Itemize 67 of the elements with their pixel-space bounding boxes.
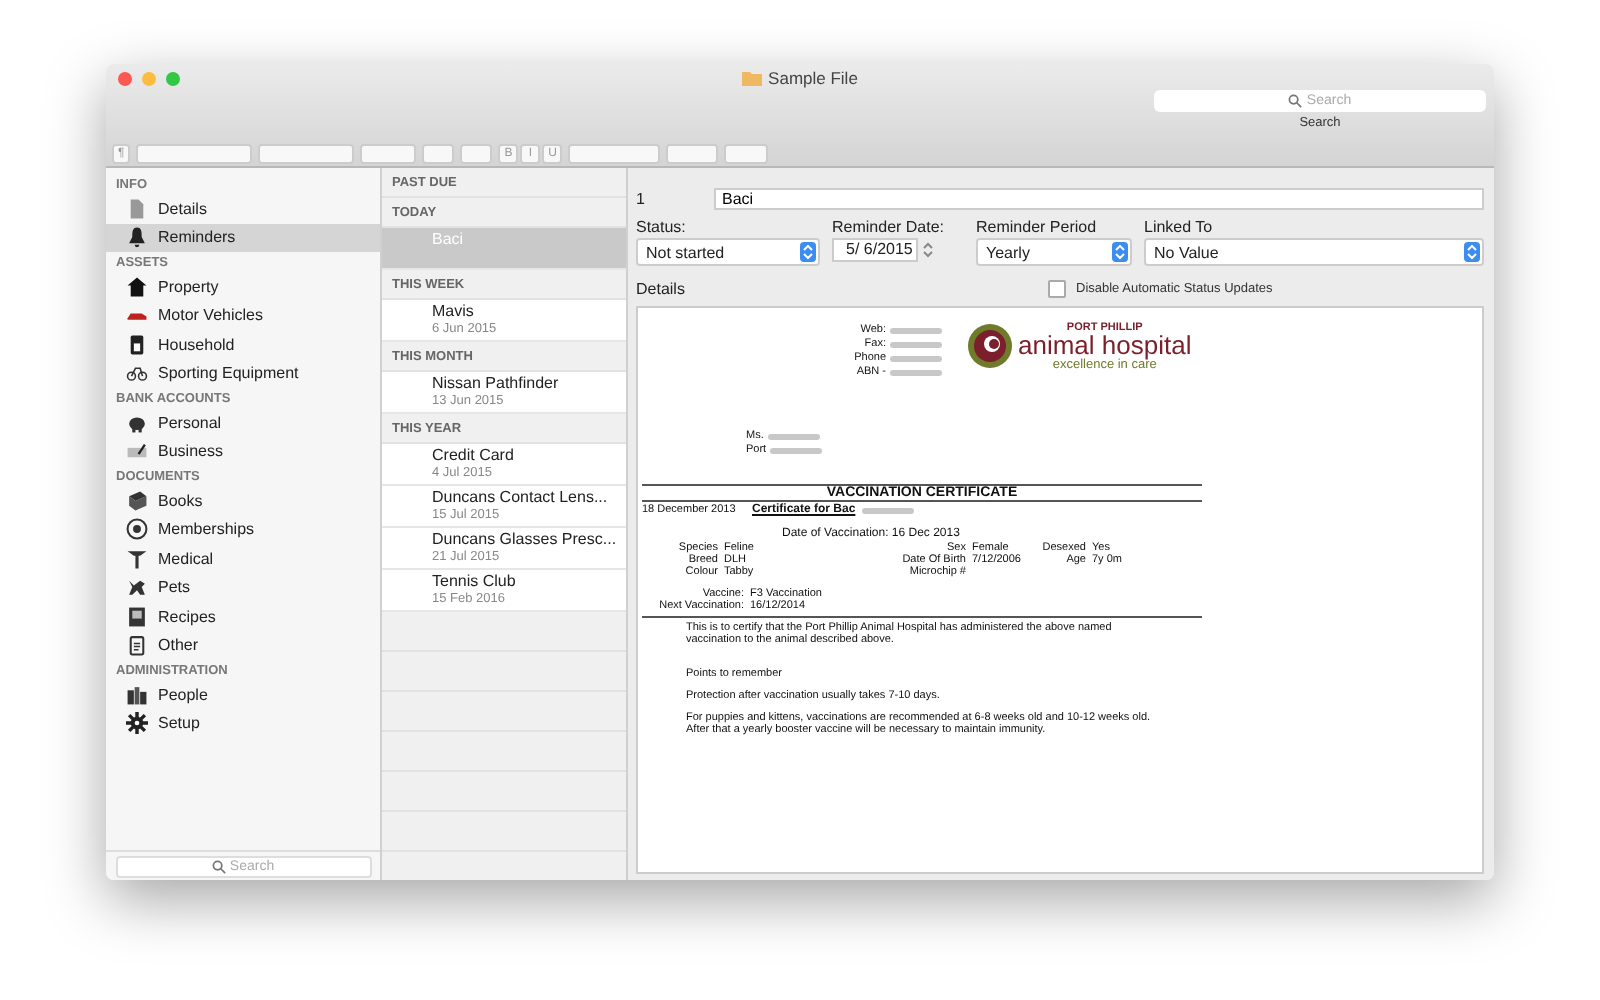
people-icon [126,683,148,706]
stepper-icon [800,242,816,262]
sidebar-item[interactable]: Setup [106,709,380,738]
cheque-icon [126,440,148,463]
sidebar-item[interactable]: Other [106,631,380,660]
font-size-popup[interactable] [360,144,417,164]
text-color-well[interactable] [422,144,455,164]
background-color-well[interactable] [460,144,493,164]
sidebar-item[interactable]: Recipes [106,602,380,631]
field-label: Status: [636,218,688,236]
sidebar-item[interactable]: Details [106,194,380,223]
field-label: Reminder Period [976,218,1099,236]
sidebar-item[interactable]: Personal [106,408,380,437]
sidebar-item[interactable]: Property [106,272,380,301]
alignment-buttons[interactable] [568,144,661,164]
checkbox[interactable] [1048,280,1066,298]
document-icon [126,197,148,220]
redacted-text [890,327,942,333]
font-style-popup[interactable] [258,144,355,164]
gear-icon [126,712,148,735]
sidebar-item[interactable]: Sporting Equipment [106,359,380,388]
sidebar-item[interactable]: Motor Vehicles [106,301,380,330]
jar-icon [126,333,148,356]
logo-name: animal hospital [1018,333,1192,357]
date-field[interactable]: 5/ 6/2015 [832,238,919,262]
font-family-popup[interactable] [136,144,253,164]
details-label: Details [636,280,687,298]
field-label: Linked To [1144,218,1215,236]
stepper-icon[interactable] [922,240,935,260]
popup-menu[interactable]: No Value [1144,238,1484,266]
sidebar-item[interactable]: People [106,680,380,709]
redacted-text [890,355,942,361]
record-number: 1 [636,190,647,208]
search-icon [211,859,226,873]
redacted-text [770,447,823,453]
list-popup[interactable] [724,144,769,164]
hospital-logo-icon [966,322,1014,370]
badge-icon [126,518,148,541]
popup-menu[interactable]: Yearly [976,238,1132,266]
document-icon [126,634,148,657]
redacted-text [890,341,942,347]
spacing-popup[interactable] [666,144,719,164]
search-icon [1288,94,1303,108]
redacted-text [767,433,820,439]
sidebar-item[interactable]: Pets [106,573,380,602]
window-title: Sample File [768,68,858,88]
redacted-text [890,369,942,375]
bell-icon [126,226,148,249]
sidebar-item[interactable]: Household [106,330,380,359]
minimize-window-button[interactable] [142,72,156,86]
zoom-window-button[interactable] [166,72,180,86]
stepper-icon [1464,242,1480,262]
folder-icon [742,70,763,86]
bicycle-icon [126,362,148,385]
close-window-button[interactable] [118,72,132,86]
sidebar-item[interactable]: Reminders [106,223,380,252]
recipe-book-icon [126,605,148,628]
sidebar-item[interactable]: Medical [106,544,380,573]
sidebar-item[interactable]: Books [106,486,380,515]
field-label: Reminder Date: [832,218,947,236]
name-field[interactable]: Baci [714,188,1484,210]
stepper-icon [1112,242,1128,262]
popup-menu[interactable]: Not started [636,238,820,266]
redacted-text [861,507,914,513]
sidebar-item[interactable]: Memberships [106,515,380,544]
house-icon [126,275,148,298]
sidebar-item[interactable]: Business [106,437,380,466]
